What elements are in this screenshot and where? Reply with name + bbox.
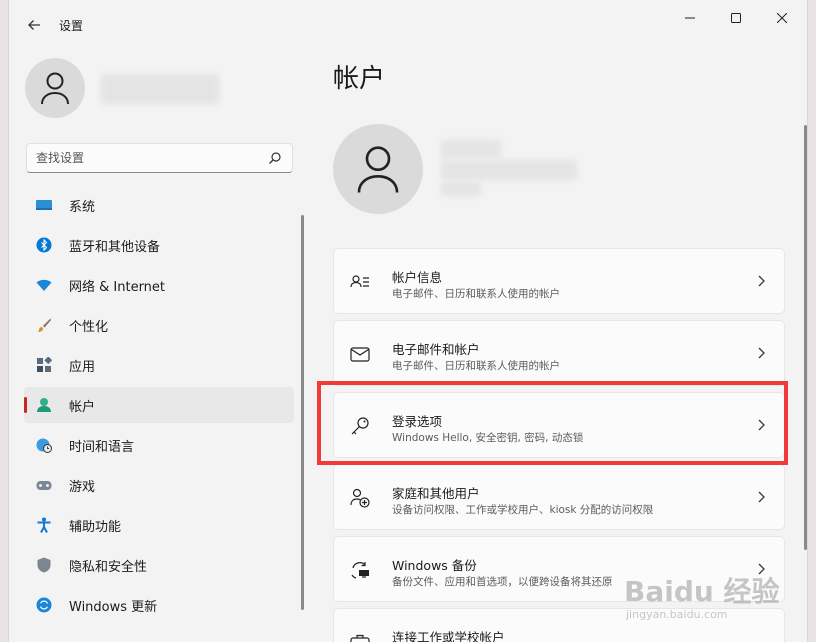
search-box[interactable] [26,143,293,173]
chevron-right-icon [758,491,765,503]
sidebar-item-label: 隐私和安全性 [69,559,148,575]
sidebar-item-system[interactable]: 系统 [24,187,294,223]
sidebar-nav: 系统 蓝牙和其他设备 网络 & Internet 个性化 应用 帐户 时间和语言 [24,187,294,627]
watermark-url: jingyan.baidu.com [626,608,728,621]
profile-avatar[interactable] [25,58,85,118]
chevron-right-icon [758,275,765,287]
sidebar-item-windows-update[interactable]: Windows 更新 [24,587,294,623]
family-users-card[interactable]: 家庭和其他用户 设备访问权限、工作或学校用户、kiosk 分配的访问权限 [333,464,785,530]
sidebar-item-personalization[interactable]: 个性化 [24,307,294,343]
sidebar-item-label: 游戏 [69,479,96,495]
redacted-account-type [441,182,481,196]
sidebar-item-network[interactable]: 网络 & Internet [24,267,294,303]
card-subtitle: 电子邮件、日历和联系人使用的帐户 [392,360,560,372]
account-avatar[interactable] [333,124,423,214]
apps-icon [37,357,52,372]
sidebar-item-accessibility[interactable]: 辅助功能 [24,507,294,543]
add-person-icon [350,488,370,508]
search-input[interactable] [27,144,263,172]
watermark-logo: Baidu 经验 [624,575,780,608]
briefcase-icon [350,634,370,642]
display-icon [36,200,52,210]
sidebar-item-label: Windows 更新 [69,599,158,615]
sidebar-item-label: 辅助功能 [69,519,122,535]
sidebar-item-label: 应用 [69,359,96,375]
backup-icon [351,562,369,579]
mail-icon [350,347,370,362]
watermark: Baidu 经验 jingyan.baidu.com [624,570,784,630]
close-icon [777,13,787,23]
sidebar-item-accounts[interactable]: 帐户 [24,387,294,423]
gamepad-icon [36,481,52,490]
card-title: 连接工作或学校帐户 [392,630,505,642]
search-icon[interactable] [268,151,282,165]
sidebar-item-label: 系统 [69,199,96,215]
arrow-left-icon [28,20,40,30]
maximize-button[interactable] [713,4,759,32]
card-subtitle: 设备访问权限、工作或学校用户、kiosk 分配的访问权限 [392,504,654,516]
sidebar-item-gaming[interactable]: 游戏 [24,467,294,503]
maximize-icon [731,13,741,23]
settings-window: 设置 系统 蓝牙和其他设备 网络 & Internet [8,0,808,642]
sidebar-item-label: 个性化 [69,319,109,335]
sidebar-scrollbar[interactable] [301,215,304,610]
accessibility-icon [37,517,51,533]
sidebar-item-label: 网络 & Internet [69,279,166,295]
sidebar-item-label: 时间和语言 [69,439,135,455]
close-button[interactable] [759,4,805,32]
user-icon [41,72,69,105]
person-icon [37,398,51,412]
redacted-name [101,74,219,104]
wifi-icon [36,279,52,291]
user-icon [357,146,399,193]
sidebar-item-bluetooth[interactable]: 蓝牙和其他设备 [24,227,294,263]
card-title: 家庭和其他用户 [392,486,480,501]
app-title: 设置 [59,19,84,33]
redacted-account-email [441,160,577,180]
card-title: 电子邮件和帐户 [392,342,480,357]
card-title: 帐户信息 [392,270,443,285]
minimize-button[interactable] [667,4,713,32]
account-info-card[interactable]: 帐户信息 电子邮件、日历和联系人使用的帐户 [333,248,785,314]
sidebar-item-time-language[interactable]: 时间和语言 [24,427,294,463]
update-icon [36,597,52,613]
sidebar-item-label: 蓝牙和其他设备 [69,239,161,255]
brush-icon [37,318,51,332]
chevron-right-icon [758,347,765,359]
minimize-icon [685,17,695,19]
sidebar-item-apps[interactable]: 应用 [24,347,294,383]
page-title: 帐户 [333,64,386,94]
email-accounts-card[interactable]: 电子邮件和帐户 电子邮件、日历和联系人使用的帐户 [333,320,785,386]
title-bar: 设置 [9,0,807,50]
bluetooth-icon [36,237,52,253]
highlight-annotation [317,381,788,465]
account-info-icon [350,275,369,288]
sidebar-item-privacy[interactable]: 隐私和安全性 [24,547,294,583]
main-scrollbar[interactable] [804,125,807,550]
card-subtitle: 电子邮件、日历和联系人使用的帐户 [392,288,560,300]
card-title: Windows 备份 [392,558,477,573]
shield-icon [37,557,51,573]
sidebar-item-label: 帐户 [69,399,96,415]
redacted-account-name [441,140,501,158]
globe-clock-icon [36,438,52,453]
card-subtitle: 备份文件、应用和首选项，以便跨设备将其还原 [392,576,613,588]
back-button[interactable] [21,12,47,38]
